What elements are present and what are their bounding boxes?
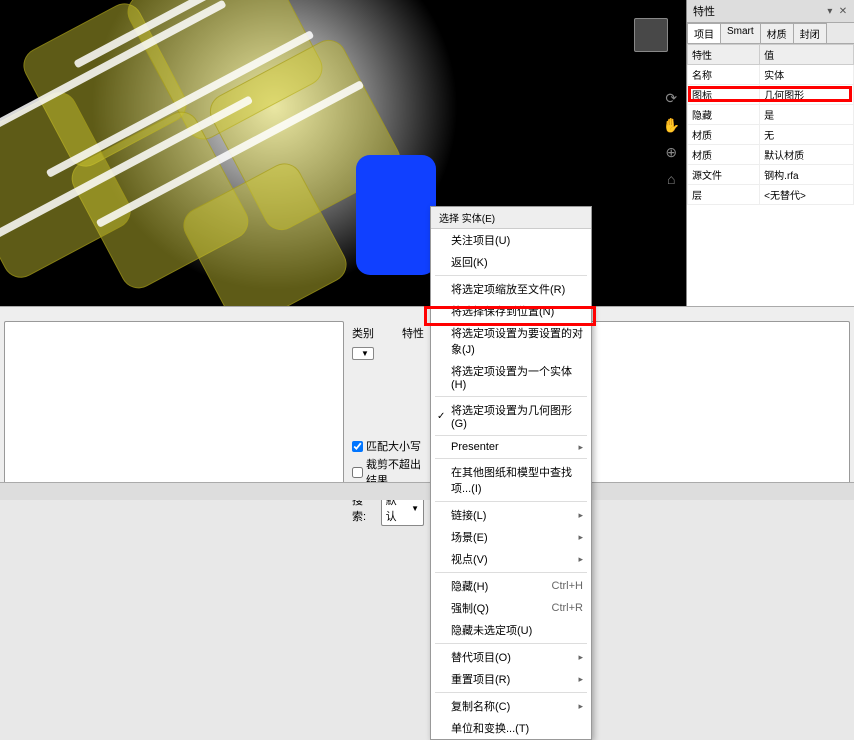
label-category: 类别 xyxy=(352,325,374,341)
mid-controls: 类别 特性 ▼ 匹配大小写 裁剪不超出结果 搜索: 默认▼ xyxy=(348,307,428,500)
prop-row: 图标几何图形 xyxy=(688,85,854,105)
prop-row: 名称实体 xyxy=(688,65,854,85)
ctx-item[interactable]: 将选定项设置为几何图形(G) xyxy=(431,399,591,433)
ctx-item[interactable]: 返回(K) xyxy=(431,251,591,273)
property-grid: 特性值 名称实体 图标几何图形 隐藏是 材质无 材质默认材质 源文件钢构.rfa… xyxy=(687,44,854,306)
ctx-item[interactable]: 隐藏(H)Ctrl+H xyxy=(431,575,591,597)
ctx-item[interactable]: 替代项目(O) xyxy=(431,646,591,668)
ctx-item[interactable]: 隐藏未选定项(U) xyxy=(431,619,591,641)
col-property: 特性 xyxy=(688,45,760,65)
prop-row: 隐藏是 xyxy=(688,105,854,125)
ctx-item[interactable]: 将选择保存到位置(N) xyxy=(431,300,591,322)
viewcube[interactable] xyxy=(634,18,668,52)
ctx-item[interactable]: 将选定项缩放至文件(R) xyxy=(431,278,591,300)
prop-row: 材质无 xyxy=(688,125,854,145)
category-select[interactable]: ▼ xyxy=(352,347,374,360)
label-property: 特性 xyxy=(402,325,424,341)
properties-tabs: 项目 Smart 材质 封闭 xyxy=(687,23,854,44)
tab-item[interactable]: 项目 xyxy=(687,23,721,43)
chk-matchcase[interactable] xyxy=(352,441,363,452)
status-bar xyxy=(0,482,854,500)
properties-title: 特性 xyxy=(693,3,715,19)
ctx-item[interactable]: 关注项目(U) xyxy=(431,229,591,251)
nav-tool-column: ⟳ ✋ ⊕ ⌂ xyxy=(663,90,680,187)
ctx-item[interactable]: 强制(Q)Ctrl+R xyxy=(431,597,591,619)
ctx-item[interactable]: 在其他图纸和模型中查找项...(I) xyxy=(431,461,591,499)
tab-material[interactable]: 材质 xyxy=(760,23,794,43)
pin-icon[interactable]: ▾ xyxy=(825,6,835,17)
left-list[interactable] xyxy=(4,321,344,496)
properties-panel: 特性 ▾ ✕ 项目 Smart 材质 封闭 特性值 名称实体 图标几何图形 隐藏… xyxy=(686,0,854,306)
ctx-item[interactable]: 场景(E) xyxy=(431,526,591,548)
selected-solid[interactable] xyxy=(356,155,436,275)
ctx-item[interactable]: 将选定项设置为要设置的对象(J) xyxy=(431,322,591,360)
home-icon[interactable]: ⌂ xyxy=(663,171,680,187)
bottom-panel: 类别 特性 ▼ 匹配大小写 裁剪不超出结果 搜索: 默认▼ xyxy=(0,306,854,500)
ctx-item[interactable]: 视点(V) xyxy=(431,548,591,570)
chk-clip[interactable] xyxy=(352,467,363,478)
close-icon[interactable]: ✕ xyxy=(838,6,848,17)
prop-row: 层<无替代> xyxy=(688,185,854,205)
ctx-item[interactable]: Presenter xyxy=(431,438,591,456)
prop-row: 材质默认材质 xyxy=(688,145,854,165)
properties-header: 特性 ▾ ✕ xyxy=(687,0,854,23)
tab-closed[interactable]: 封闭 xyxy=(793,23,827,43)
pan-icon[interactable]: ✋ xyxy=(663,117,680,134)
ctx-header: 选择 实体(E) xyxy=(431,207,591,229)
ctx-item[interactable]: 将选定项设置为一个实体(H) xyxy=(431,360,591,394)
col-value: 值 xyxy=(760,45,854,65)
ctx-item[interactable]: 重置项目(R) xyxy=(431,668,591,690)
ctx-item[interactable]: 单位和变换...(T) xyxy=(431,717,591,739)
context-menu: 选择 实体(E) 关注项目(U)返回(K) 将选定项缩放至文件(R)将选择保存到位… xyxy=(430,206,592,740)
tab-smart[interactable]: Smart xyxy=(720,23,761,43)
prop-row: 源文件钢构.rfa xyxy=(688,165,854,185)
ctx-item[interactable]: 复制名称(C) xyxy=(431,695,591,717)
zoom-icon[interactable]: ⊕ xyxy=(663,144,680,161)
ctx-item[interactable]: 链接(L) xyxy=(431,504,591,526)
orbit-icon[interactable]: ⟳ xyxy=(663,90,680,107)
